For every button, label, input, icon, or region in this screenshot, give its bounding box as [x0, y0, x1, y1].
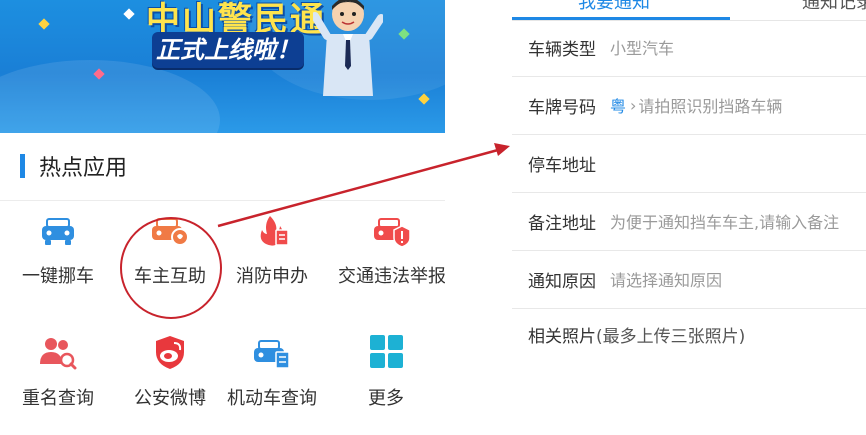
photos-hint: (最多上传三张照片): [596, 327, 746, 347]
remark-address-field[interactable]: 备注地址 为便于通知挡车车主,请输入备注: [512, 192, 866, 251]
hot-apps-header: 热点应用: [20, 150, 127, 182]
home-screen: 中山警民通 正式上线啦！ 热点应用 一键挪车 车主互助 消防申办 交通违法举报 …: [0, 0, 445, 435]
confetti: [418, 93, 430, 105]
promo-banner[interactable]: 中山警民通 正式上线啦！: [0, 0, 445, 133]
section-accent-bar: [20, 154, 25, 178]
app-tile-move-car[interactable]: 一键挪车: [8, 212, 108, 288]
app-label: 一键挪车: [22, 266, 94, 287]
app-tile-more[interactable]: 更多: [336, 334, 436, 410]
banner-subtitle: 正式上线啦！: [152, 32, 304, 68]
police-officer-illustration: [313, 0, 383, 96]
field-label: 备注地址: [528, 213, 596, 234]
confetti: [38, 18, 50, 30]
parking-address-field[interactable]: 停车地址: [512, 134, 866, 193]
highlight-circle: [120, 217, 222, 319]
tab-notify[interactable]: 我要通知: [578, 0, 650, 14]
app-label: 消防申办: [236, 266, 308, 287]
app-label: 更多: [368, 388, 404, 409]
app-tile-traffic-report[interactable]: 交通违法举报: [336, 212, 445, 288]
app-label: 公安微博: [134, 388, 206, 409]
field-label: 车辆类型: [528, 39, 596, 60]
fire-document-icon: [260, 216, 289, 246]
notify-reason-select[interactable]: 请选择通知原因: [610, 267, 722, 291]
field-label: 通知原因: [528, 271, 596, 292]
related-photos-label: 相关照片(最多上传三张照片): [528, 322, 745, 347]
car-document-icon: [254, 340, 290, 369]
divider: [0, 200, 445, 201]
plate-number-field[interactable]: 车牌号码 粤 › 请拍照识别挡路车辆: [512, 76, 866, 135]
plate-input[interactable]: 请拍照识别挡路车辆: [638, 93, 782, 117]
car-alert-icon: [374, 218, 411, 248]
notify-reason-field[interactable]: 通知原因 请选择通知原因: [512, 250, 866, 309]
car-front-icon: [42, 218, 74, 245]
tab-records[interactable]: 通知记录: [802, 0, 866, 14]
app-tile-police-weibo[interactable]: 公安微博: [120, 334, 220, 410]
confetti: [123, 8, 135, 20]
photos-title: 相关照片: [528, 327, 596, 347]
app-label: 机动车查询: [227, 388, 317, 409]
weibo-icon: [156, 336, 184, 369]
app-label: 交通违法举报: [338, 266, 445, 287]
chevron-right-icon: ›: [630, 95, 637, 115]
app-tile-vehicle-query[interactable]: 机动车查询: [222, 334, 322, 410]
section-title: 热点应用: [39, 156, 128, 181]
people-search-icon: [40, 338, 77, 370]
grid-more-icon: [370, 335, 403, 368]
field-label: 车牌号码: [528, 97, 596, 118]
notify-form-screen: 我要通知 通知记录 车辆类型 小型汽车 车牌号码 粤 › 请拍照识别挡路车辆 停…: [512, 0, 866, 435]
app-label: 重名查询: [22, 388, 94, 409]
app-tile-name-search[interactable]: 重名查询: [8, 334, 108, 410]
vehicle-type-field[interactable]: 车辆类型 小型汽车: [512, 18, 866, 77]
vehicle-type-value: 小型汽车: [610, 39, 675, 58]
app-tile-fire-service[interactable]: 消防申办: [222, 212, 322, 288]
remark-address-input[interactable]: 为便于通知挡车车主,请输入备注: [610, 209, 839, 233]
province-select[interactable]: 粤: [610, 93, 626, 117]
field-label: 停车地址: [528, 155, 596, 176]
